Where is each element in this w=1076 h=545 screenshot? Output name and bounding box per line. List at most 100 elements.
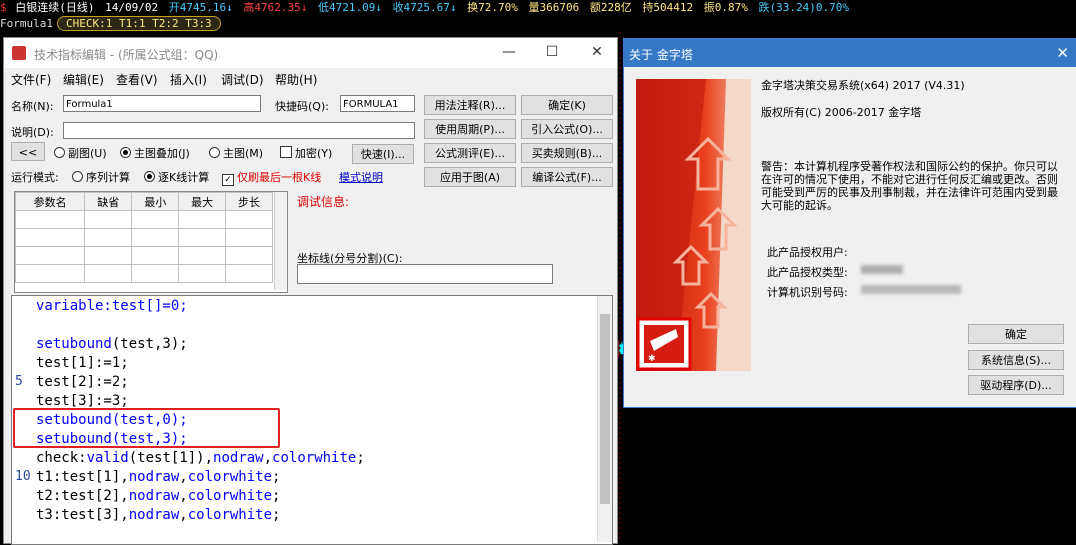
menu-edit[interactable]: 编辑(E) [63,71,104,88]
import-formula-button[interactable]: 引入公式(O)... [521,119,613,139]
highlight-box [13,408,280,448]
collapse-button[interactable]: << [11,142,45,161]
radio-sequence[interactable]: 序列计算 [72,169,130,185]
desc-input[interactable] [63,122,415,139]
menu-debug[interactable]: 调试(D) [221,71,264,88]
code-line: setubound(test,3); [36,335,188,354]
menu-insert[interactable]: 插入(I) [170,71,207,88]
radio-per-bar[interactable]: 逐K线计算 [144,169,209,185]
radio-sub-chart[interactable]: 副图(U) [54,145,107,161]
code-scrollbar[interactable] [597,296,612,542]
trade-rules-button[interactable]: 买卖规则(B)... [521,143,613,163]
code-editor[interactable]: variable:test[]=0; setubound(test,3); te… [11,295,613,545]
maximize-icon[interactable]: ☐ [537,42,567,62]
quote-low: 低4721.09↓ [317,1,382,14]
editor-title: 技术指标编辑 - (所属公式组：QQ) [34,48,219,62]
radio-icon [144,171,155,182]
minimize-icon[interactable]: — [494,42,524,62]
system-info-button[interactable]: 系统信息(S)... [968,350,1064,370]
quote-high: 高4762.35↓ [243,1,308,14]
formula-test-button[interactable]: 公式测评(E)... [424,143,516,163]
name-label: 名称(N): [11,100,54,113]
coord-input[interactable] [297,264,553,284]
name-input[interactable]: Formula1 [63,95,261,112]
param-header: 最大 [178,192,227,211]
editor-menubar: 文件(F) 编辑(E) 查看(V) 插入(I) 调试(D) 帮助(H) [4,68,617,88]
scrollbar-thumb[interactable] [600,314,610,504]
menu-help[interactable]: 帮助(H) [275,71,317,88]
redacted-value [861,265,903,274]
debug-info-label: 调试信息: [297,195,350,209]
usage-note-button[interactable]: 用法注释(R)... [424,95,516,115]
close-icon[interactable]: ✕ [1056,44,1069,62]
code-line: t3:test[3],nodraw,colorwhite; [36,506,280,525]
machine-id-label: 计算机识别号码: [767,286,848,299]
quote-bar: $ 白银连续(日线) 14/09/02 开4745.16↓ 高4762.35↓ … [0,0,1076,16]
param-header: 参数名 [14,192,86,211]
table-row[interactable] [14,210,273,229]
code-text: (test,3); [111,336,188,352]
radio-main-overlay[interactable]: 主图叠加(J) [120,145,190,161]
radio-icon [54,147,65,158]
code-text: t2:test[2], [36,488,129,504]
compile-button[interactable]: 编译公式(F)... [521,167,613,187]
shortcut-input[interactable]: FORMULA1 [340,95,415,112]
radio-main-label: 主图(M) [223,147,264,160]
code-text: t1:test[1], [36,469,129,485]
code-text: t3:test[3], [36,507,129,523]
code-line: test[1]:=1; [36,355,129,371]
run-mode-label: 运行模式: [11,171,59,184]
symbol-name: 白银连续(日线) [15,1,95,14]
menu-file[interactable]: 文件(F) [11,71,51,88]
table-row[interactable] [14,264,273,283]
driver-button[interactable]: 驱动程序(D)... [968,375,1064,395]
param-header: 缺省 [84,192,133,211]
redacted-value [861,285,961,294]
quote-open: 开4745.16↓ [168,1,233,14]
warning-text: 警告：本计算机程序受著作权法和国际公约的保护。你只可以在许可的情况下使用，不能对… [761,160,1058,212]
confirm-button[interactable]: 确定(K) [521,95,613,115]
about-titlebar: 关于 金字塔 ✕ [624,39,1076,67]
about-ok-button[interactable]: 确定 [968,324,1064,344]
param-header: 最小 [131,192,180,211]
quote-turnover: 换72.70% [467,1,518,14]
code-text: nodraw [213,450,264,466]
code-text: valid [86,450,129,466]
code-line: check:valid(test[1]),nodraw,colorwhite; [36,449,365,468]
code-text: (test[1]), [128,450,214,466]
encrypt-checkbox[interactable]: 加密(Y) [280,145,332,161]
code-line: t2:test[2],nodraw,colorwhite; [36,487,280,506]
code-text: colorwhite [187,507,273,523]
param-table: 参数名 缺省 最小 最大 步长 [14,191,288,293]
param-scrollbar[interactable] [274,192,287,290]
code-text: variable:test[]=0; [36,298,188,314]
code-text: colorwhite [272,450,357,466]
close-icon[interactable]: ✕ [582,42,612,62]
code-text: ; [272,507,281,523]
use-period-button[interactable]: 使用周期(P)... [424,119,516,139]
product-name: 金字塔决策交易系统(x64) 2017 (V4.31) [761,79,965,92]
code-text: nodraw [128,488,180,504]
formula-name: Formula1 [0,17,53,30]
radio-icon [209,147,220,158]
last-bar-only-label: 仅刷最后一根K线 [237,171,322,184]
line-number: 5 [15,374,23,389]
table-row[interactable] [14,228,273,247]
code-text: colorwhite [187,469,273,485]
code-text: ; [272,488,281,504]
code-text: , [179,469,188,485]
quick-button[interactable]: 快速(I)... [352,144,414,164]
table-row[interactable] [14,246,273,265]
quote-volume: 量366706 [528,1,580,14]
shortcut-label: 快捷码(Q): [275,100,329,113]
radio-main-chart[interactable]: 主图(M) [209,145,263,161]
mode-help-link[interactable]: 模式说明 [339,169,383,185]
svg-text:✱: ✱ [648,354,656,364]
copyright-text: 版权所有(C) 2006-2017 金字塔 [761,106,922,119]
apply-chart-button[interactable]: 应用于图(A) [424,167,516,187]
code-text: ; [356,450,365,466]
last-bar-only-checkbox[interactable]: ✓ 仅刷最后一根K线 [222,169,322,186]
radio-main-overlay-label: 主图叠加(J) [134,147,190,160]
code-text: ; [272,469,281,485]
menu-view[interactable]: 查看(V) [116,71,158,88]
